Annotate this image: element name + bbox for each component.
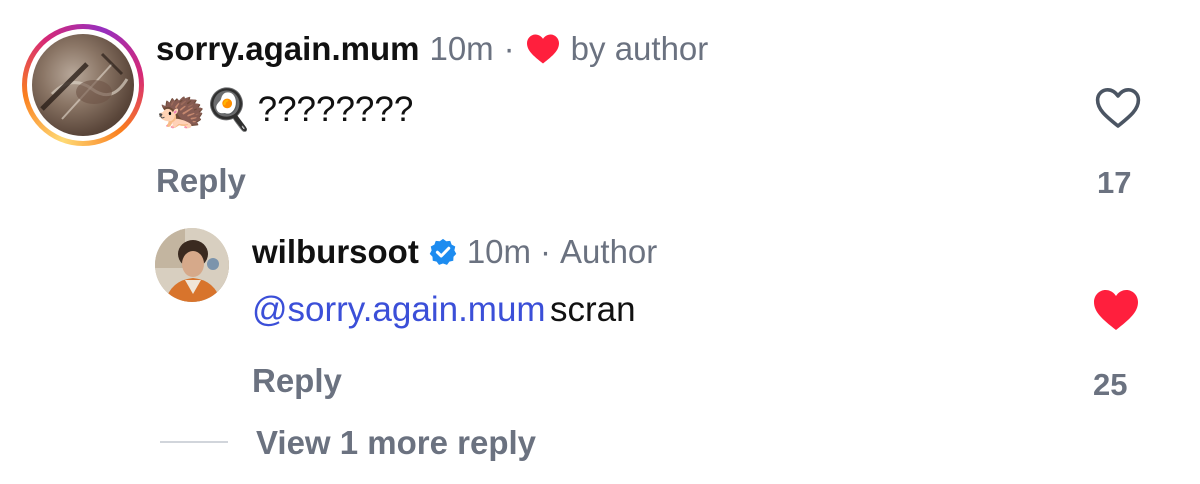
comment-body: 🦔🍳 ???????? xyxy=(156,86,413,133)
author-badge: Author xyxy=(560,233,658,270)
avatar-image xyxy=(155,228,229,302)
comment-like-count: 17 xyxy=(1097,165,1132,200)
comment-text: ???????? xyxy=(257,89,414,129)
comment-emoji: 🦔🍳 xyxy=(156,88,254,132)
thread-divider xyxy=(160,441,228,443)
reply-reply-button[interactable]: Reply xyxy=(252,362,342,400)
heart-filled-icon xyxy=(525,33,561,65)
avatar-wilbursoot[interactable] xyxy=(155,228,229,302)
avatar-image xyxy=(40,52,129,120)
reply-header: wilbursoot 10m · Author xyxy=(252,233,657,271)
comment-header: sorry.again.mum 10m · by author xyxy=(156,30,708,68)
separator-dot: · xyxy=(503,30,515,67)
avatar-story-ring[interactable] xyxy=(22,24,144,146)
view-more-replies-button[interactable]: View 1 more reply xyxy=(256,424,536,462)
reply-username[interactable]: wilbursoot xyxy=(252,233,419,271)
mention-link[interactable]: @sorry.again.mum xyxy=(252,290,546,329)
comment-reply-button[interactable]: Reply xyxy=(156,162,246,200)
heart-filled-icon[interactable] xyxy=(1092,288,1140,337)
reply-like-count: 25 xyxy=(1093,367,1128,402)
heart-outline-icon[interactable] xyxy=(1094,86,1142,135)
avatar-ring-gap xyxy=(27,29,139,141)
comment-username[interactable]: sorry.again.mum xyxy=(156,30,419,68)
reply-text: scran xyxy=(550,290,636,329)
reply-timestamp: 10m xyxy=(466,233,532,270)
reply-body: @sorry.again.mum scran xyxy=(252,290,636,330)
verified-badge-icon xyxy=(428,237,458,267)
comment-timestamp: 10m xyxy=(429,30,494,67)
separator-dot: · xyxy=(540,233,552,270)
avatar-sorry-again-mum xyxy=(32,34,134,136)
liked-by-author-label: by author xyxy=(570,30,709,67)
